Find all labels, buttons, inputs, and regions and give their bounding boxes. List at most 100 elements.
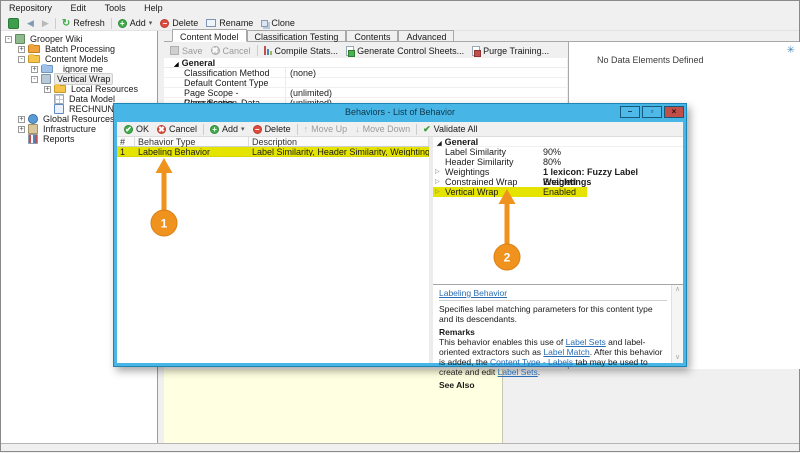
tree-expander[interactable]: + xyxy=(44,85,51,93)
remarks-heading: Remarks xyxy=(439,327,475,337)
property-value[interactable]: Enabled xyxy=(543,187,683,197)
forward-button[interactable]: ▶ xyxy=(38,17,53,30)
dialog-cancel-button[interactable]: ✖ Cancel xyxy=(153,123,201,136)
tree-expander[interactable]: - xyxy=(5,35,12,43)
menu-tools[interactable]: Tools xyxy=(105,3,126,13)
tree-item-content-models[interactable]: - Content Models xyxy=(1,54,157,64)
add-icon: + xyxy=(117,18,127,28)
ok-button[interactable]: ✔ OK xyxy=(120,123,153,136)
category-label: General xyxy=(181,58,216,68)
column-description[interactable]: Description xyxy=(249,137,429,147)
property-row[interactable]: Header Similarity 80% xyxy=(433,157,683,167)
property-row-vertical-wrap[interactable]: ▷ Vertical Wrap Enabled xyxy=(433,187,683,197)
dialog-delete-button[interactable]: − Delete xyxy=(249,123,295,136)
tree-item-label: Local Resources xyxy=(71,84,139,94)
move-up-label: Move Up xyxy=(311,124,348,134)
move-up-button[interactable]: ↑ Move Up xyxy=(300,123,352,136)
delete-button[interactable]: − Delete xyxy=(156,17,202,30)
expand-icon[interactable]: ▷ xyxy=(435,167,440,177)
help-scrollbar[interactable]: ∧ ∨ xyxy=(671,285,683,363)
label-match-link[interactable]: Label Match xyxy=(543,347,589,357)
compile-stats-button[interactable]: Compile Stats... xyxy=(260,44,343,57)
save-button[interactable]: Save xyxy=(166,44,207,57)
content-model-toolbar: Save ✖ Cancel Compile Stats... Generate … xyxy=(164,43,567,58)
save-icon xyxy=(170,46,179,55)
cancel-button[interactable]: ✖ Cancel xyxy=(207,44,255,57)
tab-classification-testing[interactable]: Classification Testing xyxy=(246,30,347,42)
add-button[interactable]: + Add ▾ xyxy=(114,17,157,30)
property-row[interactable]: Classification Method (none) xyxy=(164,68,567,78)
property-row[interactable]: Label Similarity 90% xyxy=(433,147,683,157)
help-summary: Specifies label matching parameters for … xyxy=(439,304,653,324)
property-value[interactable]: (unlimited) xyxy=(286,88,567,98)
label-sets-link[interactable]: Label Sets xyxy=(498,367,538,377)
tree-item-batch-processing[interactable]: + Batch Processing xyxy=(1,44,157,54)
property-value[interactable]: 1 lexicon: Fuzzy Label Weightings xyxy=(543,167,683,187)
property-value[interactable]: Enabled xyxy=(543,177,683,187)
generate-control-sheets-button[interactable]: Generate Control Sheets... xyxy=(342,44,468,57)
refresh-icon: ↻ xyxy=(61,17,71,29)
property-row[interactable]: Page Scope - Classification (unlimited) xyxy=(164,88,567,108)
move-up-icon: ↑ xyxy=(303,124,309,134)
minimize-button[interactable]: – xyxy=(620,106,640,118)
tree-expander[interactable]: + xyxy=(18,45,25,53)
menu-edit[interactable]: Edit xyxy=(71,3,87,13)
validate-all-label: Validate All xyxy=(433,124,478,134)
menu-repository[interactable]: Repository xyxy=(9,3,52,13)
property-row[interactable]: ▷ Constrained Wrap Enabled xyxy=(433,177,683,187)
dialog-title-bar[interactable]: Behaviors - List of Behavior – ▫ × xyxy=(114,104,686,120)
menu-help[interactable]: Help xyxy=(144,3,163,13)
row-description: Label Similarity, Header Similarity, Wei… xyxy=(252,147,429,156)
property-category[interactable]: ◢ General xyxy=(433,137,683,147)
tree-item-grooper-wiki[interactable]: - Grooper Wiki xyxy=(1,34,157,44)
tree-item-vertical-wrap[interactable]: - Vertical Wrap xyxy=(1,73,157,85)
tree-item-label: Infrastructure xyxy=(43,124,97,134)
folder-icon xyxy=(54,84,66,93)
tree-item-local-resources[interactable]: + Local Resources xyxy=(1,84,157,94)
tree-expander[interactable]: + xyxy=(18,125,25,133)
tab-content-model[interactable]: Content Model xyxy=(172,29,247,42)
back-button[interactable]: ◀ xyxy=(23,17,38,30)
property-value[interactable]: 90% xyxy=(543,147,683,157)
tree-expander[interactable]: - xyxy=(31,75,38,83)
tab-advanced[interactable]: Advanced xyxy=(398,30,455,42)
control-sheet-icon xyxy=(346,45,356,57)
panel-options-icon[interactable]: ✳ xyxy=(787,45,795,56)
property-value[interactable]: (none) xyxy=(286,68,567,78)
dialog-add-button[interactable]: + Add ▾ xyxy=(206,123,249,136)
column-behavior-type[interactable]: Behavior Type xyxy=(135,137,249,147)
property-value[interactable]: 80% xyxy=(543,157,683,167)
clone-button[interactable]: Clone xyxy=(257,17,299,30)
maximize-button[interactable]: ▫ xyxy=(642,106,662,118)
content-type-labels-link[interactable]: Content Type - Labels xyxy=(490,357,573,367)
refresh-button[interactable]: ↻ Refresh xyxy=(58,17,109,30)
property-row[interactable]: ▷ Weightings 1 lexicon: Fuzzy Label Weig… xyxy=(433,167,683,187)
property-category[interactable]: ◢ General xyxy=(164,58,567,68)
tree-expander[interactable]: + xyxy=(31,65,38,73)
column-number[interactable]: # xyxy=(117,137,135,147)
move-down-button[interactable]: ↓ Move Down xyxy=(351,123,414,136)
empty-state-text: No Data Elements Defined xyxy=(597,55,704,65)
close-button[interactable]: × xyxy=(664,106,684,118)
expand-icon[interactable]: ▷ xyxy=(435,187,440,197)
behavior-row-selected[interactable]: 1 Labeling Behavior Label Similarity, He… xyxy=(117,147,429,157)
scroll-up-icon[interactable]: ∧ xyxy=(675,285,680,295)
tree-expander[interactable]: - xyxy=(18,55,25,63)
move-down-icon: ↓ xyxy=(355,124,360,134)
expand-icon[interactable]: ▷ xyxy=(435,177,440,187)
cancel-label: Cancel xyxy=(222,45,251,56)
label-sets-link[interactable]: Label Sets xyxy=(566,337,606,347)
row-number: 1 xyxy=(120,147,126,156)
property-row[interactable]: Default Content Type xyxy=(164,78,567,88)
compile-stats-label: Compile Stats... xyxy=(274,45,339,56)
property-value[interactable] xyxy=(286,78,567,87)
rename-button[interactable]: Rename xyxy=(202,17,257,30)
tree-expander[interactable]: + xyxy=(18,115,25,123)
purge-training-button[interactable]: Purge Training... xyxy=(468,44,553,57)
behavior-help-link[interactable]: Labeling Behavior xyxy=(439,288,507,298)
row-behavior-type: Labeling Behavior xyxy=(138,147,211,156)
scroll-down-icon[interactable]: ∨ xyxy=(675,353,680,363)
tab-contents[interactable]: Contents xyxy=(346,30,399,42)
repository-button[interactable] xyxy=(4,17,23,30)
validate-all-button[interactable]: ✔ Validate All xyxy=(419,123,481,136)
